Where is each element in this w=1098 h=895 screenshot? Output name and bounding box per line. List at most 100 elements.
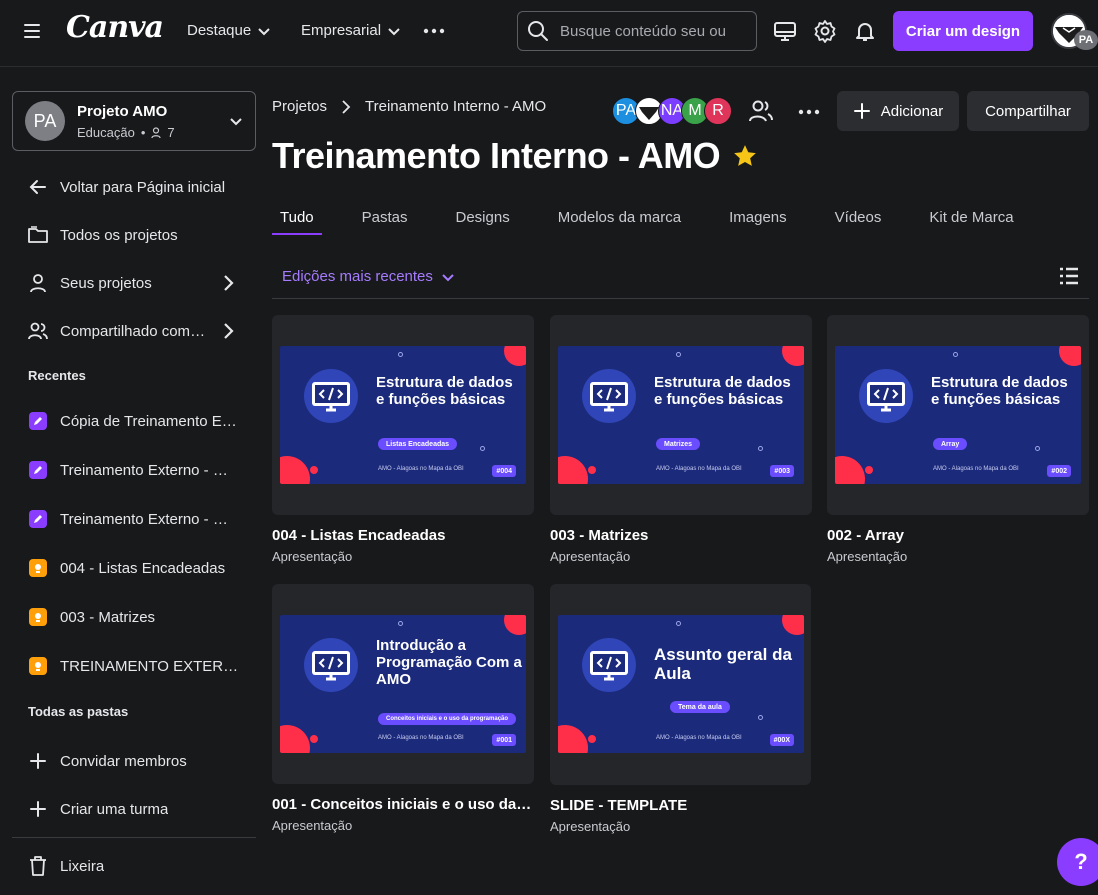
- tab-videos[interactable]: Vídeos: [827, 200, 890, 234]
- canva-logo[interactable]: Canva: [66, 10, 164, 45]
- decor-circle: [865, 466, 873, 474]
- share-people-icon[interactable]: [748, 99, 774, 123]
- star-icon[interactable]: [732, 143, 758, 169]
- more-options-icon[interactable]: [798, 101, 820, 123]
- design-thumbnail[interactable]: Estrutura de dados e funções básicas Arr…: [827, 315, 1089, 515]
- all-folders-heading[interactable]: Todas as pastas: [28, 704, 128, 719]
- chevron-down-icon: [388, 27, 400, 35]
- recent-item-label: Cópia de Treinamento Externo: [60, 412, 240, 430]
- invite-members-button[interactable]: Convidar membros: [26, 749, 187, 773]
- design-thumbnail[interactable]: Introdução a Programação Com a AMO Conce…: [272, 584, 534, 784]
- recent-item[interactable]: Treinamento Externo - Material: [26, 507, 240, 531]
- decor-circle: [588, 466, 596, 474]
- design-title[interactable]: 002 - Array: [827, 527, 1089, 544]
- sidebar-item-all-projects[interactable]: Todos os projetos: [26, 223, 178, 247]
- slide-preview: Introdução a Programação Com a AMO Conce…: [280, 615, 526, 753]
- sort-dropdown[interactable]: Edições mais recentes: [282, 268, 455, 285]
- tab-all[interactable]: Tudo: [272, 200, 322, 235]
- decor-circle: [782, 615, 804, 635]
- slide-preview: Estrutura de dados e funções básicas Mat…: [558, 346, 804, 484]
- recent-item[interactable]: TREINAMENTO EXTERNO: [26, 654, 240, 678]
- slide-preview: Estrutura de dados e funções básicas Lis…: [280, 346, 526, 484]
- team-switcher[interactable]: PA Projeto AMO Educação • 7: [12, 91, 256, 151]
- decor-dot: [758, 446, 763, 451]
- page-title-text[interactable]: Treinamento Interno - AMO: [272, 135, 721, 177]
- create-class-button[interactable]: Criar uma turma: [26, 797, 168, 821]
- trash-button[interactable]: Lixeira: [26, 854, 104, 878]
- slide-footer: AMO - Alagoas no Mapa da OBI: [378, 466, 464, 472]
- recent-item-label: 004 - Listas Encadeadas: [60, 559, 226, 577]
- tab-brand-templates[interactable]: Modelos da marca: [550, 200, 689, 234]
- desktop-app-icon[interactable]: [773, 19, 797, 43]
- decor-circle: [558, 456, 588, 484]
- sidebar-item-shared-with-you[interactable]: Compartilhado com você: [26, 319, 208, 343]
- nav-empresarial-dropdown[interactable]: Empresarial: [301, 22, 401, 39]
- plus-icon: [26, 797, 50, 821]
- recent-item[interactable]: 003 - Matrizes: [26, 605, 155, 629]
- notifications-bell-icon[interactable]: [853, 19, 877, 43]
- team-name: Projeto AMO: [77, 103, 168, 120]
- design-doc-icon: [29, 510, 47, 528]
- sidebar-item-label: Compartilhado com você: [60, 322, 208, 340]
- page-title: Treinamento Interno - AMO: [272, 135, 758, 177]
- add-button[interactable]: Adicionar: [837, 91, 959, 131]
- create-design-button[interactable]: Criar um design: [893, 11, 1033, 51]
- person-icon: [26, 271, 50, 295]
- design-card[interactable]: Assunto geral da Aula Tema da aula AMO -…: [550, 584, 811, 834]
- menu-icon[interactable]: [22, 20, 42, 42]
- design-card[interactable]: Estrutura de dados e funções básicas Mat…: [550, 315, 812, 564]
- slide-number-tag: #00X: [769, 734, 794, 746]
- design-card[interactable]: Introdução a Programação Com a AMO Conce…: [272, 584, 534, 833]
- breadcrumb-current[interactable]: Treinamento Interno - AMO: [365, 98, 546, 115]
- collaborator-avatar[interactable]: R: [704, 97, 732, 125]
- recent-item[interactable]: 004 - Listas Encadeadas: [26, 556, 225, 580]
- person-icon: [151, 126, 161, 138]
- slide-title: Estrutura de dados e funções básicas: [376, 374, 513, 408]
- slide-number-tag: #003: [770, 465, 794, 477]
- design-thumbnail[interactable]: Assunto geral da Aula Tema da aula AMO -…: [550, 584, 811, 785]
- tab-designs[interactable]: Designs: [448, 200, 518, 234]
- help-button[interactable]: ?: [1057, 838, 1098, 886]
- search-input[interactable]: [560, 22, 730, 40]
- recent-item[interactable]: Cópia de Treinamento Externo: [26, 409, 240, 433]
- design-title[interactable]: SLIDE - TEMPLATE: [550, 797, 812, 814]
- tab-brand-kit[interactable]: Kit de Marca: [921, 200, 1021, 234]
- share-button[interactable]: Compartilhar: [967, 91, 1089, 131]
- search-box[interactable]: [517, 11, 757, 51]
- list-view-icon[interactable]: [1059, 267, 1079, 285]
- nav-empresarial-label: Empresarial: [301, 22, 382, 39]
- decor-dot: [398, 352, 403, 357]
- more-options-icon[interactable]: [423, 20, 445, 42]
- design-title[interactable]: 003 - Matrizes: [550, 527, 812, 544]
- tab-folders[interactable]: Pastas: [354, 200, 416, 234]
- settings-gear-icon[interactable]: [813, 19, 837, 43]
- tab-images[interactable]: Imagens: [721, 200, 795, 234]
- nav-destaque-dropdown[interactable]: Destaque: [187, 22, 271, 39]
- decor-dot: [676, 621, 681, 626]
- collaborator-avatars[interactable]: PA NA M R: [612, 97, 732, 125]
- team-meta: Educação • 7: [77, 125, 175, 140]
- decor-dot: [758, 715, 763, 720]
- arrow-left-icon: [26, 175, 50, 199]
- sidebar-item-your-projects[interactable]: Seus projetos: [26, 271, 152, 295]
- recent-item[interactable]: Treinamento Externo - Material: [26, 458, 240, 482]
- plus-icon: [26, 749, 50, 773]
- content-tabs: Tudo Pastas Designs Modelos da marca Ima…: [272, 200, 1054, 238]
- chevron-right-icon[interactable]: [219, 274, 237, 292]
- chevron-right-icon[interactable]: [219, 322, 237, 340]
- sidebar-item-home[interactable]: Voltar para Página inicial: [26, 175, 225, 199]
- decor-circle: [588, 735, 596, 743]
- design-thumbnail[interactable]: Estrutura de dados e funções básicas Mat…: [550, 315, 812, 515]
- design-card[interactable]: Estrutura de dados e funções básicas Lis…: [272, 315, 534, 564]
- decor-circle: [835, 456, 865, 484]
- invite-members-label: Convidar membros: [60, 752, 187, 770]
- design-title[interactable]: 001 - Conceitos iniciais e o uso da prog…: [272, 796, 534, 813]
- slide-footer: AMO - Alagoas no Mapa da OBI: [933, 466, 1019, 472]
- team-member-count: 7: [167, 125, 175, 140]
- design-thumbnail[interactable]: Estrutura de dados e funções básicas Lis…: [272, 315, 534, 515]
- design-card[interactable]: Estrutura de dados e funções básicas Arr…: [827, 315, 1089, 564]
- decor-circle: [1059, 346, 1081, 366]
- breadcrumb-projects[interactable]: Projetos: [272, 98, 327, 115]
- design-title[interactable]: 004 - Listas Encadeadas: [272, 527, 534, 544]
- slide-preview: Estrutura de dados e funções básicas Arr…: [835, 346, 1081, 484]
